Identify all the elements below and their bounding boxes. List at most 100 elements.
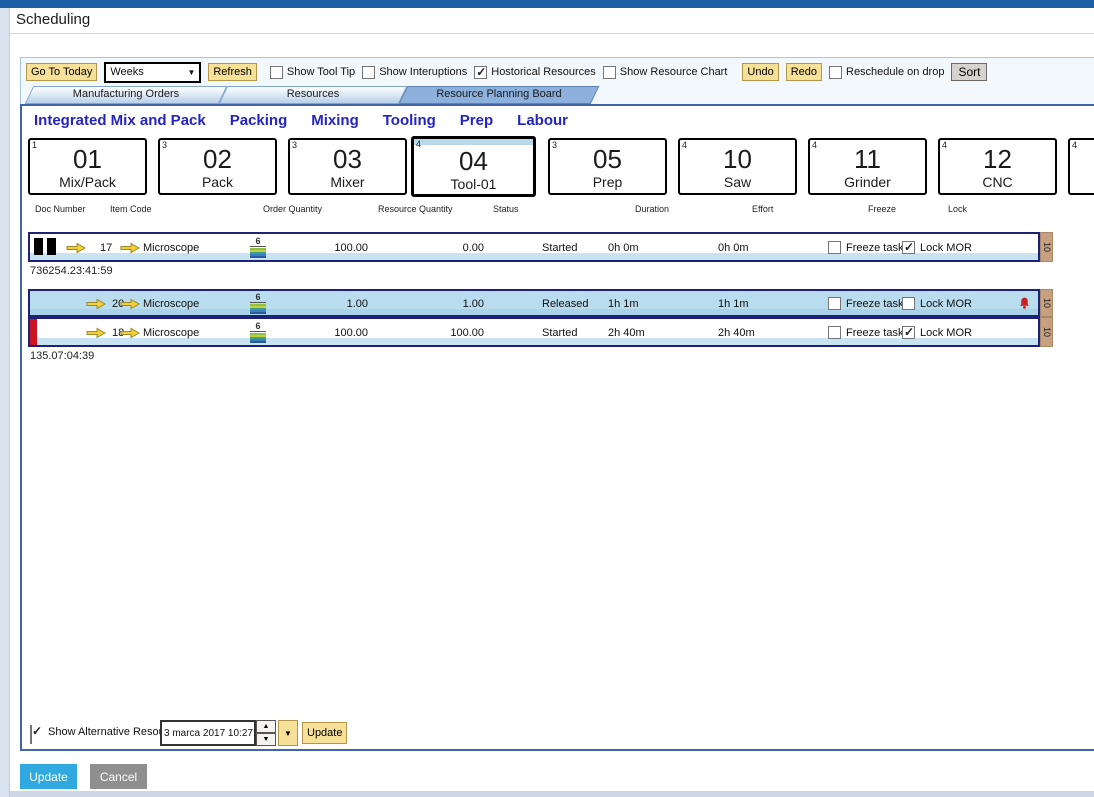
- group-link-labour[interactable]: Labour: [517, 112, 568, 129]
- resource-card-partial[interactable]: 4: [1068, 138, 1094, 195]
- badge-count: 6: [250, 293, 266, 303]
- freeze-task-label: Freeze task: [846, 242, 903, 254]
- tab-resources[interactable]: Resources: [223, 86, 403, 104]
- row-tag: 10: [1040, 289, 1053, 317]
- datetime-input[interactable]: 3 marca 2017 10:27:39: [160, 720, 256, 746]
- freeze-task-label: Freeze task: [846, 298, 903, 310]
- badge-stripes: [250, 333, 266, 343]
- task-row-20-selected[interactable]: 20 Microscope 6 1.00 1.00 Released 1h 1m…: [28, 289, 1040, 317]
- show-interuptions-option: Show Interuptions: [362, 66, 467, 79]
- hostorical-resources-option: Hostorical Resources: [474, 66, 596, 79]
- refresh-button[interactable]: Refresh: [208, 63, 257, 81]
- resource-card-02[interactable]: 3 02 Pack: [158, 138, 277, 195]
- resource-card-count: 1: [32, 140, 37, 150]
- resource-card-11[interactable]: 4 11 Grinder: [808, 138, 927, 195]
- resource-card-count: 4: [812, 140, 817, 150]
- row-note: 736254.23:41:59: [30, 265, 113, 277]
- column-header-effort: Effort: [752, 204, 773, 214]
- tab-bar: Manufacturing Orders Resources Resource …: [20, 86, 1094, 104]
- resource-card-count: 3: [552, 140, 557, 150]
- reschedule-on-drop-label: Reschedule on drop: [846, 66, 944, 78]
- lock-mor-label: Lock MOR: [920, 298, 972, 310]
- group-link-mixing[interactable]: Mixing: [311, 112, 359, 129]
- group-link-tooling[interactable]: Tooling: [383, 112, 436, 129]
- doc-number: 17: [100, 242, 112, 254]
- doc-arrow-icon: [86, 298, 106, 310]
- group-link-packing[interactable]: Packing: [230, 112, 288, 129]
- datetime-spinner: ▲ ▼: [256, 720, 276, 746]
- freeze-task-checkbox[interactable]: [828, 297, 841, 310]
- resource-card-12[interactable]: 4 12 CNC: [938, 138, 1057, 195]
- item-code: Microscope: [143, 298, 199, 310]
- resource-group-links: Integrated Mix and Pack Packing Mixing T…: [34, 112, 568, 129]
- group-link-integrated-mix-and-pack[interactable]: Integrated Mix and Pack: [34, 112, 206, 129]
- page-left-edge: [0, 8, 10, 797]
- resource-card-name: CNC: [940, 174, 1055, 190]
- row-tag: 10: [1040, 232, 1053, 262]
- spinner-up-button[interactable]: ▲: [256, 720, 276, 733]
- column-header-lock: Lock: [948, 204, 967, 214]
- freeze-task-checkbox[interactable]: [828, 241, 841, 254]
- effort-value: 1h 1m: [718, 298, 749, 310]
- resource-card-03[interactable]: 3 03 Mixer: [288, 138, 407, 195]
- column-header-order-quantity: Order Quantity: [263, 204, 322, 214]
- show-tool-tip-checkbox[interactable]: [270, 66, 283, 79]
- resource-card-05[interactable]: 3 05 Prep: [548, 138, 667, 195]
- lock-mor-checkbox[interactable]: [902, 241, 915, 254]
- resource-card-name: Grinder: [810, 174, 925, 190]
- resource-card-code: 05: [550, 146, 665, 172]
- redo-button[interactable]: Redo: [786, 63, 822, 81]
- reschedule-on-drop-checkbox[interactable]: [829, 66, 842, 79]
- pause-icon: [47, 238, 56, 255]
- resource-card-count: 4: [942, 140, 947, 150]
- row-note: 135.07:04:39: [30, 350, 94, 362]
- status-value: Started: [542, 327, 577, 339]
- page-bottom-edge: [10, 791, 1094, 797]
- resource-card-04-selected[interactable]: 4 04 Tool-01: [411, 136, 536, 197]
- task-row-18[interactable]: 18 Microscope 6 100.00 100.00 Started 2h…: [28, 317, 1040, 347]
- badge-stripes: [250, 248, 266, 258]
- spinner-down-button[interactable]: ▼: [256, 733, 276, 746]
- update-button[interactable]: Update: [20, 764, 77, 789]
- show-alternative-resources-checkbox[interactable]: [30, 725, 32, 744]
- show-resource-chart-checkbox[interactable]: [603, 66, 616, 79]
- show-tool-tip-option: Show Tool Tip: [270, 66, 355, 79]
- pause-icon: [34, 238, 43, 255]
- freeze-task-checkbox[interactable]: [828, 326, 841, 339]
- resource-card-01[interactable]: 1 01 Mix/Pack: [28, 138, 147, 195]
- badge-stripes: [250, 304, 266, 314]
- lock-mor-checkbox[interactable]: [902, 297, 915, 310]
- duration-value: 1h 1m: [608, 298, 639, 310]
- resource-quantity: 100.00: [404, 327, 484, 339]
- duration-value: 2h 40m: [608, 327, 645, 339]
- lock-mor-checkbox[interactable]: [902, 326, 915, 339]
- interval-select[interactable]: Weeks ▼: [104, 62, 201, 83]
- freeze-task-label: Freeze task: [846, 327, 903, 339]
- column-header-status: Status: [493, 204, 519, 214]
- tab-manufacturing-orders[interactable]: Manufacturing Orders: [29, 86, 223, 104]
- tab-resource-planning-board[interactable]: Resource Planning Board: [403, 86, 595, 104]
- resource-quantity: 0.00: [404, 242, 484, 254]
- sort-button[interactable]: Sort: [951, 63, 987, 81]
- resource-card-10[interactable]: 4 10 Saw: [678, 138, 797, 195]
- selected-card-strip: [414, 139, 533, 145]
- status-value: Released: [542, 298, 588, 310]
- undo-button[interactable]: Undo: [742, 63, 778, 81]
- order-quantity: 100.00: [288, 327, 368, 339]
- order-quantity: 1.00: [288, 298, 368, 310]
- hostorical-resources-checkbox[interactable]: [474, 66, 487, 79]
- cancel-button[interactable]: Cancel: [90, 764, 147, 789]
- badge-count: 6: [250, 237, 266, 247]
- go-to-today-button[interactable]: Go To Today: [26, 63, 97, 81]
- show-interuptions-checkbox[interactable]: [362, 66, 375, 79]
- window-top-bar: [0, 0, 1094, 8]
- board-update-button[interactable]: Update: [302, 722, 347, 744]
- group-link-prep[interactable]: Prep: [460, 112, 493, 129]
- task-row-17[interactable]: 17 Microscope 6 100.00 0.00 Started 0h 0…: [28, 232, 1040, 262]
- column-header-item-code: Item Code: [110, 204, 152, 214]
- datetime-dropdown-button[interactable]: ▼: [278, 720, 298, 746]
- resource-card-count: 4: [682, 140, 687, 150]
- resource-card-code: 03: [290, 146, 405, 172]
- datetime-value: 3 marca 2017 10:27:39: [164, 728, 267, 739]
- title-separator: [10, 33, 1094, 34]
